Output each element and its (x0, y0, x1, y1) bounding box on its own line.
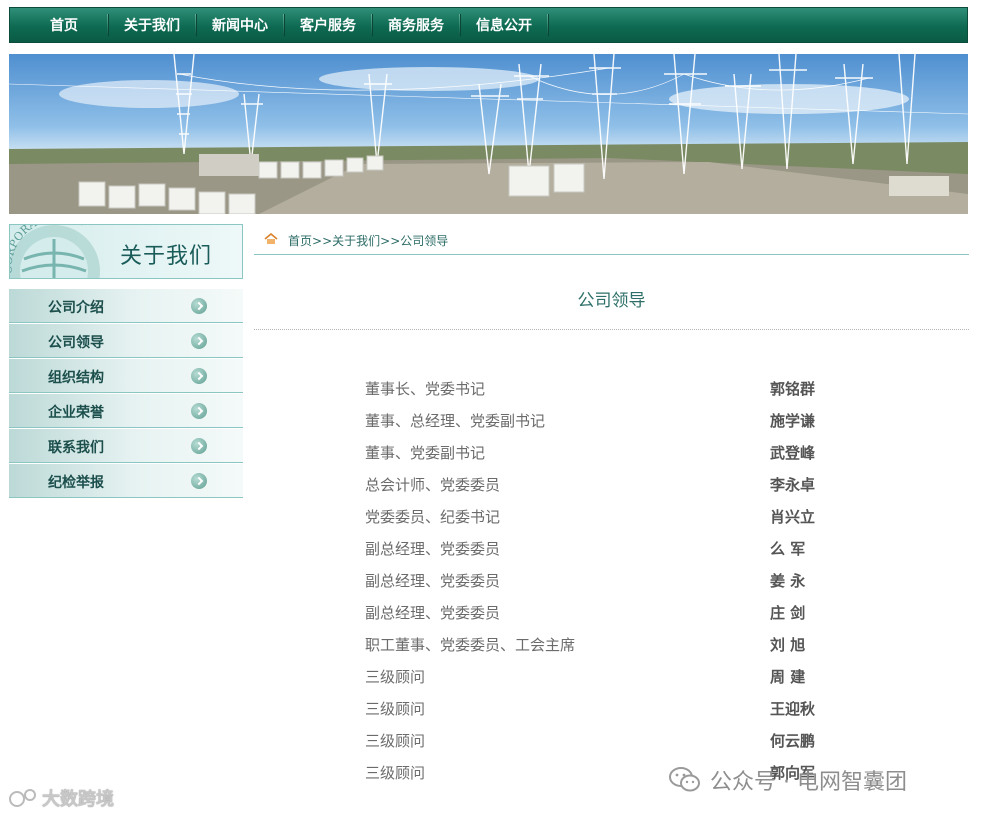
leader-position: 职工董事、党委委员、工会主席 (365, 636, 576, 654)
chevron-right-icon (191, 403, 207, 419)
list-item: 三级顾问 何云鹏 (365, 724, 835, 756)
wechat-icon (669, 767, 700, 792)
sidebar-item-label: 组织结构 (48, 370, 104, 386)
sidebar-item-label: 纪检举报 (48, 475, 104, 491)
leader-position: 副总经理、党委委员 (365, 572, 501, 590)
nav-home[interactable]: 首页 (20, 8, 108, 42)
list-item: 董事长、党委书记 郭铭群 (365, 372, 835, 404)
leader-position: 党委委员、纪委书记 (365, 508, 501, 526)
leader-name: 庄 剑 (770, 604, 806, 622)
list-item: 副总经理、党委委员 么 军 (365, 532, 835, 564)
sidebar-item-company-leaders[interactable]: 公司领导 (9, 324, 243, 358)
leader-position: 董事、总经理、党委副书记 (365, 412, 546, 430)
leader-position: 董事长、党委书记 (365, 380, 486, 398)
banner-substation-image (9, 54, 968, 214)
chevron-right-icon (191, 368, 207, 384)
list-item: 三级顾问 周 建 (365, 660, 835, 692)
leader-position: 董事、党委副书记 (365, 444, 486, 462)
sidebar-item-label: 公司介绍 (48, 300, 104, 316)
chevron-right-icon (191, 333, 207, 349)
leader-name: 武登峰 (770, 444, 816, 462)
nav-business-service[interactable]: 商务服务 (372, 8, 460, 42)
leader-name: 刘 旭 (770, 636, 806, 654)
sidebar-item-company-intro[interactable]: 公司介绍 (9, 289, 243, 323)
breadcrumb-separator: >> (380, 234, 401, 248)
leader-name: 李永卓 (770, 476, 816, 494)
leader-list: 董事长、党委书记 郭铭群 董事、总经理、党委副书记 施学谦 董事、党委副书记 武登峰 … (365, 372, 835, 788)
sidebar-item-label: 企业荣誉 (48, 405, 104, 421)
sidebar-title: 关于我们 (120, 244, 213, 269)
sidebar-item-label: 公司领导 (48, 335, 104, 351)
company-logo: CORPORATION OF (10, 225, 107, 278)
list-item: 总会计师、党委委员 李永卓 (365, 468, 835, 500)
watermark-left: 大数跨境 (8, 785, 114, 811)
sidebar-item-org-structure[interactable]: 组织结构 (9, 359, 243, 393)
nav-info-disclosure[interactable]: 信息公开 (460, 8, 548, 42)
watermark-logo-icon (9, 789, 36, 807)
leader-name: 施学谦 (770, 412, 816, 430)
watermark-left-text: 大数跨境 (42, 789, 114, 810)
home-icon (264, 233, 278, 244)
sidebar-header: CORPORATION OF 关于我们 (9, 224, 243, 279)
list-item: 职工董事、党委委员、工会主席 刘 旭 (365, 628, 835, 660)
leader-position: 三级顾问 (365, 668, 426, 686)
leader-position: 三级顾问 (365, 764, 426, 782)
breadcrumb-separator: >> (312, 234, 333, 248)
leader-name: 么 军 (770, 540, 806, 558)
leader-name: 郭铭群 (770, 380, 816, 398)
list-item: 副总经理、党委委员 姜 永 (365, 564, 835, 596)
chevron-right-icon (191, 473, 207, 489)
sidebar-item-label: 联系我们 (48, 440, 104, 456)
leader-name: 何云鹏 (770, 732, 816, 750)
leader-name: 肖兴立 (770, 508, 816, 526)
leader-name: 王迎秋 (770, 700, 816, 718)
breadcrumb: 首页>>关于我们>>公司领导 (254, 224, 969, 255)
chevron-right-icon (191, 298, 207, 314)
nav-about[interactable]: 关于我们 (108, 8, 196, 42)
breadcrumb-home-link[interactable]: 首页 (288, 234, 312, 248)
watermark-right: 公众号 · 电网智囊团 (668, 764, 907, 796)
leader-position: 三级顾问 (365, 700, 426, 718)
title-divider (254, 329, 969, 330)
leader-name: 姜 永 (770, 572, 806, 590)
list-item: 董事、党委副书记 武登峰 (365, 436, 835, 468)
sidebar-menu: 公司介绍 公司领导 组织结构 企业荣誉 联系我们 纪检举报 (9, 289, 243, 499)
leader-position: 总会计师、党委委员 (365, 476, 501, 494)
sidebar-item-contact[interactable]: 联系我们 (9, 429, 243, 463)
sidebar-item-discipline-report[interactable]: 纪检举报 (9, 464, 243, 498)
leader-position: 副总经理、党委委员 (365, 540, 501, 558)
list-item: 董事、总经理、党委副书记 施学谦 (365, 404, 835, 436)
breadcrumb-current[interactable]: 公司领导 (400, 234, 448, 248)
leader-name: 周 建 (770, 668, 806, 686)
watermark-right-text: 公众号 · 电网智囊团 (710, 770, 907, 795)
leader-position: 副总经理、党委委员 (365, 604, 501, 622)
breadcrumb-about-link[interactable]: 关于我们 (332, 234, 380, 248)
leader-position: 三级顾问 (365, 732, 426, 750)
list-item: 副总经理、党委委员 庄 剑 (365, 596, 835, 628)
top-nav: 首页 关于我们 新闻中心 客户服务 商务服务 信息公开 (9, 7, 968, 43)
sidebar-item-honors[interactable]: 企业荣誉 (9, 394, 243, 428)
page-title: 公司领导 (577, 291, 646, 311)
list-item: 三级顾问 王迎秋 (365, 692, 835, 724)
nav-news[interactable]: 新闻中心 (196, 8, 284, 42)
list-item: 党委委员、纪委书记 肖兴立 (365, 500, 835, 532)
nav-customer-service[interactable]: 客户服务 (284, 8, 372, 42)
chevron-right-icon (191, 438, 207, 454)
